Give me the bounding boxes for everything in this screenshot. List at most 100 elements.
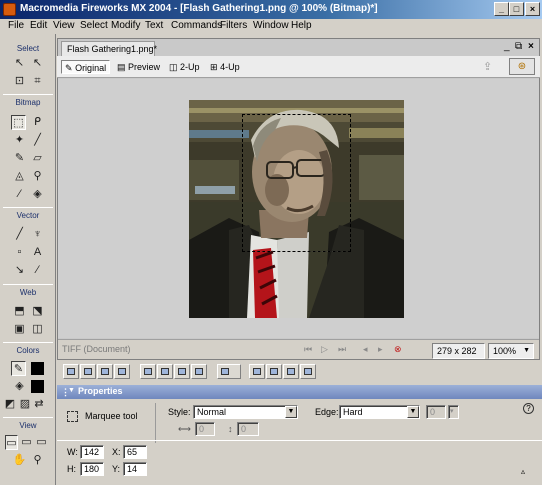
ungroup-button[interactable] <box>80 364 96 379</box>
rectangle-tool-icon[interactable]: ▫ <box>12 245 27 260</box>
send-to-back-button[interactable] <box>191 364 207 379</box>
menu-window[interactable]: Window <box>253 20 289 31</box>
modify-toolbar <box>57 361 542 383</box>
bring-forward-button[interactable] <box>157 364 173 379</box>
doc-close-icon[interactable]: × <box>528 41 534 52</box>
menu-modify[interactable]: Modify <box>111 20 140 31</box>
pen-tool-icon[interactable]: ♆ <box>30 227 45 242</box>
menu-edit[interactable]: Edit <box>30 20 47 31</box>
brush-tool-icon[interactable]: ╱ <box>30 133 45 148</box>
doc-minimize-icon[interactable]: _ <box>504 41 510 52</box>
hide-slices-icon[interactable]: ▣ <box>12 322 27 337</box>
subselection-tool-icon[interactable]: ↖ <box>30 56 45 71</box>
menu-text[interactable]: Text <box>145 20 163 31</box>
menu-view[interactable]: View <box>53 20 75 31</box>
slice-tool-icon[interactable]: ⬔ <box>30 304 45 319</box>
menu-file[interactable]: File <box>8 20 24 31</box>
maximize-button[interactable]: □ <box>509 2 524 16</box>
tab-2up[interactable]: ◫ 2-Up <box>166 60 203 74</box>
marquee-selection[interactable] <box>242 114 351 252</box>
tab-preview[interactable]: ▤ Preview <box>114 60 163 74</box>
ratio-width-field[interactable]: 0 <box>195 422 215 436</box>
full-screen-mode-icon[interactable]: ▭ <box>35 435 48 450</box>
group-button[interactable] <box>63 364 79 379</box>
style-select[interactable]: Normal ▼ <box>193 405 298 419</box>
hand-tool-icon[interactable]: ✋ <box>12 453 27 468</box>
menu-help[interactable]: Help <box>291 20 312 31</box>
previous-frame-icon[interactable]: ◂ <box>363 344 368 355</box>
eyedropper-tool-icon[interactable]: ⁄ <box>12 187 27 202</box>
swap-colors-icon[interactable]: ⇄ <box>33 397 45 412</box>
bring-forward-icon <box>161 368 169 375</box>
line-tool-icon[interactable]: ╱ <box>12 227 27 242</box>
blur-tool-icon[interactable]: ◬ <box>12 169 27 184</box>
fill-color-icon[interactable]: ◈ <box>12 379 27 394</box>
play-icon[interactable]: ▷ <box>321 344 328 355</box>
y-field[interactable]: 14 <box>123 462 147 476</box>
height-arrow-icon: ↕ <box>228 424 233 434</box>
expand-panel-icon[interactable]: ▵ <box>521 467 525 476</box>
rotate-cw-button[interactable] <box>266 364 282 379</box>
rubber-stamp-tool-icon[interactable]: ⚲ <box>30 169 45 184</box>
flip-vertical-button[interactable] <box>300 364 316 379</box>
next-frame-icon[interactable]: ▸ <box>378 344 383 355</box>
standard-screen-mode-icon[interactable]: ▭ <box>5 435 18 450</box>
marquee-tool-icon[interactable]: ⬚ <box>11 115 26 130</box>
height-field[interactable]: 180 <box>80 462 104 476</box>
edge-amount-field[interactable]: 0 <box>426 405 446 419</box>
show-slices-icon[interactable]: ◫ <box>30 322 45 337</box>
export-icon[interactable]: ⇪ <box>483 60 492 73</box>
doc-restore-icon[interactable]: ⧉ <box>515 41 522 52</box>
split-button[interactable] <box>114 364 130 379</box>
full-screen-menus-mode-icon[interactable]: ▭ <box>20 435 33 450</box>
last-frame-icon[interactable]: ⏭ <box>338 344 346 355</box>
menu-filters[interactable]: Filters <box>220 20 247 31</box>
help-icon[interactable]: ? <box>523 403 534 414</box>
minimize-button[interactable]: _ <box>494 2 509 16</box>
collapse-arrow-icon[interactable]: ▼ <box>68 387 75 394</box>
first-frame-icon[interactable]: ⏮ <box>304 344 312 355</box>
zoom-tool-icon[interactable]: ⚲ <box>30 453 45 468</box>
bring-to-front-button[interactable] <box>140 364 156 379</box>
width-label: W: <box>67 447 78 457</box>
rotate-ccw-button[interactable] <box>249 364 265 379</box>
ratio-height-field[interactable]: 0 <box>237 422 259 436</box>
fill-color-swatch[interactable] <box>31 380 44 393</box>
zoom-level-select[interactable]: 100% ▼ <box>488 343 534 359</box>
width-field[interactable]: 142 <box>80 445 104 459</box>
pencil-tool-icon[interactable]: ✎ <box>12 151 27 166</box>
close-button[interactable]: × <box>525 2 540 16</box>
no-color-icon[interactable]: ▨ <box>19 397 31 412</box>
freeform-tool-icon[interactable]: ↘ <box>12 263 27 278</box>
quick-export-icon[interactable]: ⊛ <box>509 58 535 75</box>
align-button[interactable] <box>217 364 241 379</box>
document-tab[interactable]: Flash Gathering1.png* <box>61 41 157 56</box>
tab-original[interactable]: ✎ Original <box>61 60 111 74</box>
stroke-color-icon[interactable]: ✎ <box>11 361 26 376</box>
flip-horizontal-button[interactable] <box>283 364 299 379</box>
edge-amount-slider[interactable]: ▾ <box>448 405 459 419</box>
scale-tool-icon[interactable]: ⊡ <box>12 74 27 89</box>
hotspot-tool-icon[interactable]: ⬒ <box>12 304 27 319</box>
knife-tool-icon[interactable]: ∕ <box>30 263 45 278</box>
pointer-tool-icon[interactable]: ↖ <box>12 56 27 71</box>
stroke-color-swatch[interactable] <box>31 362 44 375</box>
send-backward-button[interactable] <box>174 364 190 379</box>
tab-4up[interactable]: ⊞ 4-Up <box>207 60 243 74</box>
edge-select[interactable]: Hard ▼ <box>339 405 420 419</box>
menu-commands[interactable]: Commands <box>171 20 222 31</box>
stop-icon[interactable]: ⊗ <box>394 344 402 355</box>
paint-bucket-tool-icon[interactable]: ◈ <box>30 187 45 202</box>
x-field[interactable]: 65 <box>123 445 147 459</box>
document-format-label: TIFF (Document) <box>62 344 131 354</box>
default-colors-icon[interactable]: ◩ <box>4 397 16 412</box>
eraser-tool-icon[interactable]: ▱ <box>30 151 45 166</box>
lasso-tool-icon[interactable]: ᑭ <box>30 115 45 130</box>
join-button[interactable] <box>97 364 113 379</box>
magic-wand-tool-icon[interactable]: ✦ <box>12 133 27 148</box>
tools-section-bitmap: Bitmap <box>15 98 41 107</box>
menu-select[interactable]: Select <box>80 20 108 31</box>
text-tool-icon[interactable]: A <box>30 245 45 260</box>
crop-tool-icon[interactable]: ⌗ <box>30 74 45 89</box>
properties-panel-header[interactable]: ⋮ ▼ Properties <box>57 385 542 399</box>
